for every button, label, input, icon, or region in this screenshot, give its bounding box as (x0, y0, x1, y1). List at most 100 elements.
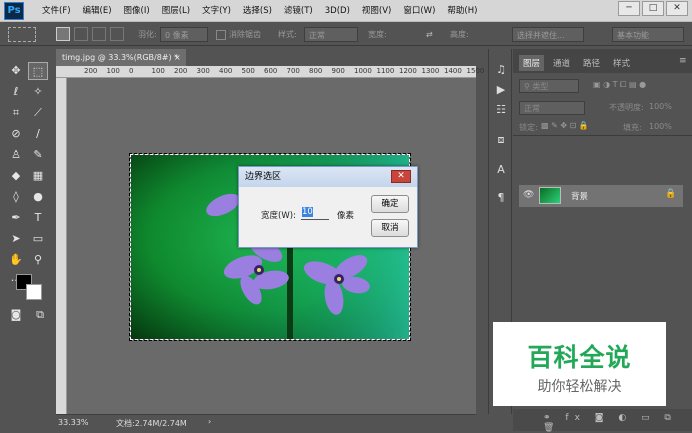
character-panel-icon[interactable]: A (492, 161, 510, 179)
panel-menu-icon[interactable]: ≡ (679, 56, 687, 66)
paragraph-panel-icon[interactable]: ¶ (492, 189, 510, 207)
width-label: 宽度: (368, 30, 387, 39)
type-tool-icon[interactable]: T (28, 209, 48, 227)
select-mask-button[interactable]: 选择并遮住... (512, 27, 584, 42)
ruler-tick-label: 100 (106, 67, 120, 75)
document-tab-label: timg.jpg @ 33.3%(RGB/8#) * (62, 53, 179, 62)
options-bar: 羽化: 0 像素 消除锯齿 样式: 正常 宽度: ⇄ 高度: 选择并遮住... … (0, 23, 692, 46)
zoom-level[interactable]: 33.33% (58, 418, 89, 427)
intersect-selection-icon[interactable] (110, 27, 124, 41)
eyedropper-tool-icon[interactable]: ⟋ (28, 104, 48, 122)
menu-filter[interactable]: 滤镜(T) (278, 0, 319, 22)
new-selection-icon[interactable] (56, 27, 70, 41)
layer-name[interactable]: 背景 (571, 190, 588, 202)
window-controls: ─ □ ✕ (618, 1, 688, 16)
menu-edit[interactable]: 编辑(E) (77, 0, 118, 22)
menu-help[interactable]: 帮助(H) (441, 0, 483, 22)
ruler-tick-label: 1400 (444, 67, 462, 75)
layer-action-icons[interactable]: ⚭ fx ◙ ◐ ▭ ⧉ 🗑 (543, 413, 692, 433)
fill-value[interactable]: 100% (649, 122, 672, 131)
watermark-subtitle: 助你轻松解决 (537, 379, 622, 395)
ruler-tick-label: 700 (286, 67, 300, 75)
quick-mask-icon[interactable]: ◙ (6, 306, 26, 324)
brush-tool-icon[interactable]: ∕ (28, 125, 48, 143)
stamp-tool-icon[interactable]: ♙ (6, 146, 26, 164)
menu-select[interactable]: 选择(S) (237, 0, 278, 22)
filter-kind-label: 类型 (532, 82, 549, 91)
maximize-button[interactable]: □ (642, 1, 664, 16)
ruler-tick-label: 1100 (376, 67, 395, 75)
tab-paths[interactable]: 路径 (579, 55, 604, 71)
opacity-value[interactable]: 100% (649, 102, 672, 111)
visibility-eye-icon[interactable]: 👁 (523, 190, 534, 200)
style-select[interactable]: 正常 (304, 27, 358, 42)
watermark: 百科全说 助你轻松解决 (493, 322, 666, 406)
path-select-tool-icon[interactable]: ➤ (6, 230, 26, 248)
move-tool-icon[interactable]: ✥ (6, 62, 26, 80)
blur-tool-icon[interactable]: ◊ (6, 188, 26, 206)
swap-icon[interactable]: ⇄ (426, 27, 433, 42)
ruler-tick-label: 600 (264, 67, 278, 75)
status-menu-arrow[interactable]: › (208, 417, 211, 426)
menu-image[interactable]: 图像(I) (118, 0, 156, 22)
lock-icons[interactable]: ▩ ✎ ✥ ⊡ 🔒 (541, 121, 589, 130)
background-color-swatch[interactable] (26, 284, 42, 300)
cancel-button[interactable]: 取消 (371, 219, 409, 237)
dodge-tool-icon[interactable]: ● (28, 188, 48, 206)
actions-panel-icon[interactable]: ▶ (492, 81, 510, 99)
history-brush-tool-icon[interactable]: ✎ (28, 146, 48, 164)
antialias-checkbox[interactable] (216, 30, 226, 40)
crop-tool-icon[interactable]: ⌗ (6, 104, 26, 122)
add-selection-icon[interactable] (74, 27, 88, 41)
healing-tool-icon[interactable]: ⊘ (6, 125, 26, 143)
zoom-tool-icon[interactable]: ⚲ (28, 251, 48, 269)
layer-row-background[interactable]: 👁 背景 🔒 (519, 185, 683, 207)
gradient-tool-icon[interactable]: ▦ (28, 167, 48, 185)
ruler-tick-label: 0 (129, 67, 134, 75)
dialog-close-button[interactable]: ✕ (391, 170, 411, 183)
ok-button[interactable]: 确定 (371, 195, 409, 213)
width-unit-label: 像素 (337, 211, 355, 221)
horizontal-ruler: 200 100 0 100 200 300 400 500 600 700 800 900 1000 11… (56, 66, 484, 78)
height-label: 高度: (450, 30, 469, 39)
ruler-tick-label: 200 (84, 67, 98, 75)
adjustments-panel-icon[interactable]: ⧈ (492, 131, 510, 149)
hand-tool-icon[interactable]: ✋ (6, 251, 26, 269)
menu-file[interactable]: 文件(F) (36, 0, 77, 22)
ruler-tick-label: 1000 (354, 67, 372, 75)
menu-view[interactable]: 视图(V) (356, 0, 397, 22)
menu-type[interactable]: 文字(Y) (196, 0, 237, 22)
tab-close-icon[interactable]: × (174, 49, 181, 66)
workspace-select[interactable]: 基本功能 (612, 27, 684, 42)
tab-layers[interactable]: 图层 (519, 55, 545, 71)
magic-wand-tool-icon[interactable]: ✧ (28, 83, 48, 101)
minimize-button[interactable]: ─ (618, 1, 640, 16)
document-info: 文档:2.74M/2.74M (116, 419, 187, 428)
subtract-selection-icon[interactable] (92, 27, 106, 41)
properties-panel-icon[interactable]: ☷ (492, 101, 510, 119)
menu-layer[interactable]: 图层(L) (156, 0, 196, 22)
menu-window[interactable]: 窗口(W) (397, 0, 441, 22)
menu-bar: Ps 文件(F) 编辑(E) 图像(I) 图层(L) 文字(Y) 选择(S) 滤… (0, 0, 692, 22)
menu-3d[interactable]: 3D(D) (319, 0, 356, 22)
feather-input[interactable]: 0 像素 (160, 27, 208, 42)
blend-mode-select[interactable]: 正常 (519, 101, 585, 115)
close-button[interactable]: ✕ (666, 1, 688, 16)
menu-items: 文件(F) 编辑(E) 图像(I) 图层(L) 文字(Y) 选择(S) 滤镜(T… (36, 0, 483, 22)
vertical-ruler (56, 78, 67, 414)
filter-kind-select[interactable]: ⚲ 类型 (519, 79, 579, 93)
filter-icons[interactable]: ▣ ◑ T ⧠ ▤ ● (593, 80, 646, 90)
history-panel-icon[interactable]: ♫ (492, 61, 510, 79)
tab-styles[interactable]: 样式 (609, 55, 634, 71)
eraser-tool-icon[interactable]: ◆ (6, 167, 26, 185)
screen-mode-icon[interactable]: ⧉ (30, 306, 50, 324)
lasso-tool-icon[interactable]: ℓ (6, 83, 26, 101)
marquee-preset-icon[interactable] (8, 27, 36, 42)
document-tab[interactable]: timg.jpg @ 33.3%(RGB/8#) * × (56, 49, 186, 66)
marquee-tool-icon[interactable]: ⬚ (28, 62, 48, 80)
pen-tool-icon[interactable]: ✒ (6, 209, 26, 227)
shape-tool-icon[interactable]: ▭ (28, 230, 48, 248)
width-field-input[interactable]: 10 (301, 207, 329, 220)
tab-channels[interactable]: 通道 (549, 55, 574, 71)
ruler-tick-label: 800 (309, 67, 323, 75)
